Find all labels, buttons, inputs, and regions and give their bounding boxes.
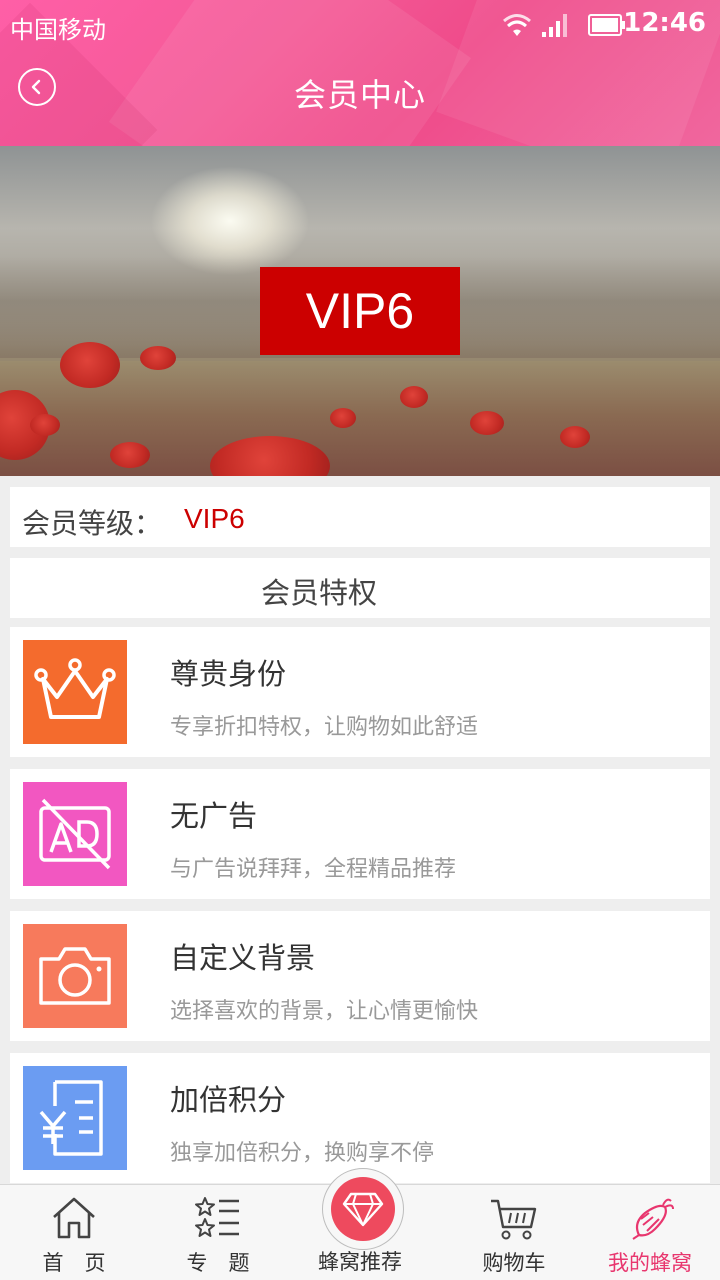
privilege-title: 尊贵身份 xyxy=(170,657,287,691)
battery-icon xyxy=(588,14,625,36)
wifi-icon xyxy=(503,14,531,36)
poppy-flower xyxy=(110,442,150,468)
poppy-flower xyxy=(330,408,356,428)
privileges-header: 会员特权 xyxy=(10,558,710,618)
tab-label: 购物车 xyxy=(482,1251,546,1275)
privilege-desc: 独享加倍积分，换购享不停 xyxy=(170,1141,435,1166)
signal-icon xyxy=(542,14,567,37)
privilege-item-double-points[interactable]: 加倍积分 独享加倍积分，换购享不停 xyxy=(10,1053,710,1183)
page-title: 会员中心 xyxy=(293,76,426,114)
member-level-row: 会员等级： VIP6 xyxy=(10,487,710,547)
poppy-flower xyxy=(30,414,60,436)
crown-icon-tile xyxy=(23,640,127,744)
tab-label: 蜂窝推荐 xyxy=(318,1250,402,1274)
poppy-flower xyxy=(140,346,176,370)
topics-icon xyxy=(195,1197,239,1237)
privilege-desc: 选择喜欢的背景，让心情更愉快 xyxy=(170,999,479,1024)
member-level-label: 会员等级： xyxy=(22,507,163,540)
vip-level-badge: VIP6 xyxy=(260,267,460,355)
status-bar: 中国移动 12:46 xyxy=(0,0,720,52)
privilege-item-vip-identity[interactable]: 尊贵身份 专享折扣特权，让购物如此舒适 xyxy=(10,627,710,757)
poppy-flower xyxy=(560,426,590,448)
points-icon-tile xyxy=(23,1066,127,1170)
tab-recommend[interactable] xyxy=(331,1177,395,1241)
privilege-item-custom-background[interactable]: 自定义背景 选择喜欢的背景，让心情更愉快 xyxy=(10,911,710,1041)
member-level-value: VIP6 xyxy=(184,503,245,534)
diamond-icon xyxy=(342,1192,384,1227)
privilege-title: 自定义背景 xyxy=(170,941,316,975)
tab-my-hive[interactable]: 我的蜂窝 xyxy=(578,1185,720,1280)
header-bar: 中国移动 12:46 会员中心 xyxy=(0,0,720,146)
tab-label: 我的蜂窝 xyxy=(608,1251,692,1275)
cart-icon xyxy=(491,1199,537,1240)
home-icon xyxy=(53,1197,95,1239)
tab-label: 首 页 xyxy=(42,1251,106,1275)
camera-icon-tile xyxy=(23,924,127,1028)
poppy-flower xyxy=(470,411,504,435)
tab-topics[interactable]: 专 题 xyxy=(146,1185,290,1280)
tab-label: 专 题 xyxy=(186,1251,250,1275)
no-ads-icon-tile xyxy=(23,782,127,886)
privilege-desc: 专享折扣特权，让购物如此舒适 xyxy=(170,715,479,740)
banner-image: VIP6 xyxy=(0,146,720,476)
tab-home[interactable]: 首 页 xyxy=(2,1185,146,1280)
poppy-flower xyxy=(400,386,428,408)
privilege-title: 加倍积分 xyxy=(170,1083,287,1117)
carrier-name: 中国移动 xyxy=(10,16,106,44)
privileges-title: 会员特权 xyxy=(260,576,377,610)
tab-cart[interactable]: 购物车 xyxy=(442,1185,586,1280)
clock: 12:46 xyxy=(623,8,706,38)
bee-icon xyxy=(632,1198,674,1240)
camera-icon xyxy=(39,947,111,1005)
poppy-flower xyxy=(60,342,120,388)
privilege-desc: 与广告说拜拜，全程精品推荐 xyxy=(170,857,457,882)
points-icon xyxy=(39,1080,103,1156)
no-ads-icon xyxy=(39,798,111,870)
privilege-title: 无广告 xyxy=(170,799,258,833)
privilege-item-no-ads[interactable]: 无广告 与广告说拜拜，全程精品推荐 xyxy=(10,769,710,899)
crown-icon xyxy=(34,658,116,719)
